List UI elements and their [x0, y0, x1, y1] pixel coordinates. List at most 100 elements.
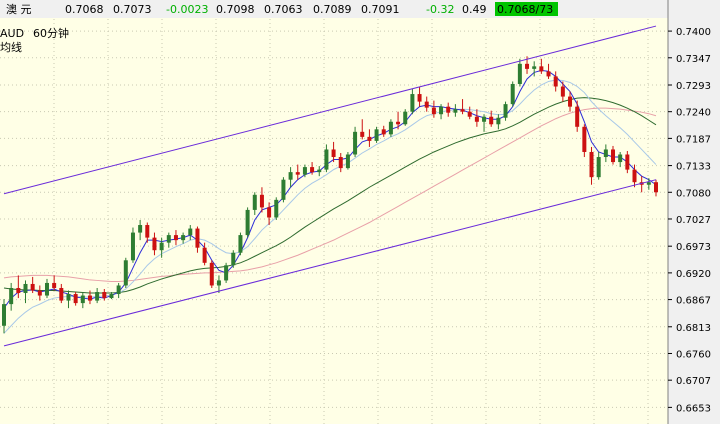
y-tick-label: 0.6867: [676, 296, 711, 307]
y-tick-label: 0.7133: [676, 162, 711, 173]
candle-body: [9, 287, 14, 305]
candle-body: [510, 83, 515, 105]
candle-body: [553, 76, 558, 87]
candle-body: [367, 136, 372, 141]
grid-lines: [0, 19, 668, 424]
bid-ask-value: 0.7068/73: [497, 3, 553, 16]
candle-body: [252, 194, 257, 210]
quote-2: 0.7073: [113, 3, 152, 16]
candle-body: [496, 117, 501, 125]
panel-period: 60分钟: [33, 26, 69, 40]
candle-body: [116, 285, 121, 295]
candle-body: [460, 109, 465, 112]
change-pct: -0.32: [426, 3, 454, 16]
candle-body: [546, 71, 551, 77]
y-tick-label: 0.6813: [676, 323, 711, 334]
candle-body: [453, 109, 458, 113]
candle-body: [95, 292, 100, 301]
candle-body: [87, 295, 92, 301]
candle-body: [374, 129, 379, 141]
candle-body: [474, 116, 479, 122]
y-tick-label: 0.6653: [676, 403, 711, 414]
candle-body: [37, 290, 42, 296]
candle-body: [489, 116, 494, 125]
candle-body: [417, 94, 422, 102]
candle-body: [396, 121, 401, 125]
candle-body: [138, 225, 143, 233]
candle-body: [582, 126, 587, 152]
candle-body: [259, 194, 264, 208]
candle-body: [80, 295, 85, 304]
quote-1: 0.7068: [65, 3, 104, 16]
y-tick-label: 0.7400: [676, 27, 711, 38]
candle-body: [575, 106, 580, 127]
candle-body: [360, 131, 365, 137]
y-tick-label: 0.7187: [676, 134, 711, 145]
candle-body: [23, 283, 28, 294]
candle-body: [245, 209, 250, 236]
candle-body: [568, 96, 573, 107]
candle-body: [467, 111, 472, 117]
chart-window: 澳 元 0.7068 0.7073 -0.0023 0.7098 0.7063 …: [0, 0, 720, 424]
candle-body: [646, 182, 651, 185]
candle-body: [403, 111, 408, 125]
y-tick-label: 0.6760: [676, 349, 711, 360]
y-tick-label: 0.6920: [676, 269, 711, 280]
candle-body: [482, 116, 487, 122]
candle-body: [173, 235, 178, 241]
candle-body: [338, 157, 343, 169]
candle-body: [589, 151, 594, 178]
candle-body: [525, 63, 530, 69]
candle-body: [188, 228, 193, 236]
candle-body: [288, 172, 293, 180]
candle-body: [517, 63, 522, 84]
candle-body: [66, 294, 71, 301]
quote-9: 0.49: [462, 3, 487, 16]
candle-body: [439, 106, 444, 115]
y-tick-label: 0.7080: [676, 188, 711, 199]
quote-6: 0.7089: [313, 3, 352, 16]
candle-body: [503, 104, 508, 118]
candle-body: [52, 282, 57, 288]
price-chart: 澳 元 0.7068 0.7073 -0.0023 0.7098 0.7063 …: [0, 0, 720, 424]
candle-body: [44, 282, 49, 296]
ma-long-line: [3, 107, 657, 282]
candle-body: [618, 154, 623, 163]
candle-body: [611, 149, 616, 163]
candle-body: [195, 228, 200, 248]
price-axis: 0.7400 0.7347 0.7293 0.7240 0.7187 0.7133 0.70…: [667, 0, 720, 424]
channel-lower-line: [3, 179, 657, 347]
candle-body: [30, 283, 35, 291]
candle-body: [267, 207, 272, 218]
candle-body: [539, 66, 544, 72]
candle-body: [130, 232, 135, 261]
candle-body: [410, 94, 415, 112]
candle-body: [603, 149, 608, 158]
candle-body: [145, 225, 150, 238]
candle-body: [654, 182, 658, 193]
candle-body: [310, 167, 315, 173]
candle-body: [123, 260, 128, 286]
y-tick-label: 0.6973: [676, 242, 711, 253]
ma-fast-line: [3, 69, 657, 309]
candle-body: [295, 172, 300, 175]
candle-body: [302, 167, 307, 175]
candle-body: [388, 121, 393, 135]
change-value: -0.0023: [166, 3, 208, 16]
y-tick-label: 0.6707: [676, 376, 711, 387]
candle-body: [625, 154, 630, 170]
candle-body: [16, 287, 21, 294]
channel-upper-line: [3, 25, 657, 195]
candle-body: [596, 157, 601, 178]
y-tick-label: 0.7027: [676, 215, 711, 226]
candle-body: [109, 294, 114, 299]
panel-instrument: AUD: [0, 27, 24, 40]
y-tick-label: 0.7347: [676, 54, 711, 65]
candle-body: [224, 265, 229, 281]
candle-body: [381, 129, 386, 135]
candle-body: [238, 235, 243, 253]
quote-7: 0.7091: [361, 3, 400, 16]
quote-4: 0.7098: [216, 3, 255, 16]
ma-slow-line: [3, 97, 657, 294]
candle-body: [166, 235, 171, 243]
